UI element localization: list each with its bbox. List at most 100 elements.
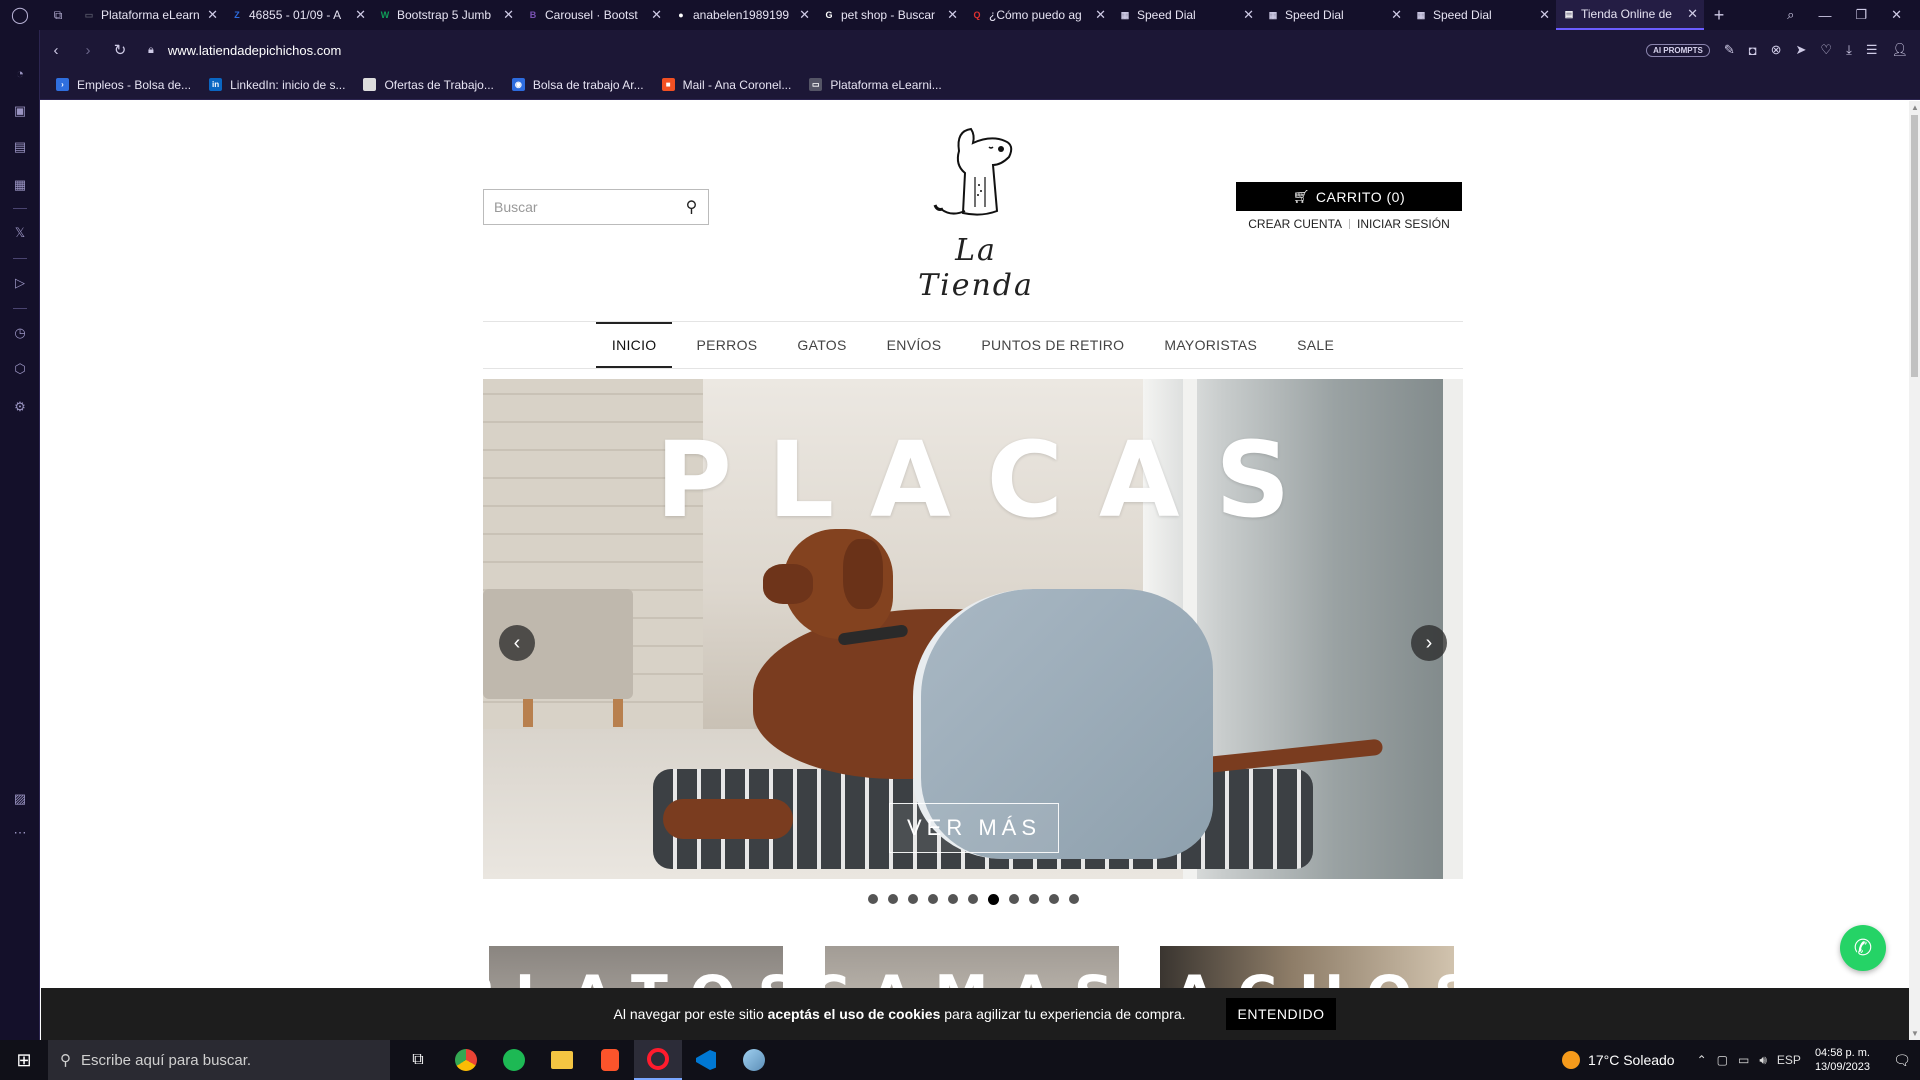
wallet-icon[interactable]: ▦ xyxy=(9,174,31,196)
clock[interactable]: 04:58 p. m. 13/09/2023 xyxy=(1815,1046,1870,1074)
carousel-dot[interactable] xyxy=(947,894,958,904)
login-link[interactable]: INICIAR SESIÓN xyxy=(1350,217,1457,231)
brave-icon[interactable] xyxy=(586,1040,634,1080)
browser-tab[interactable]: B Carousel · Bootst ✕ xyxy=(520,0,668,30)
url-text[interactable]: www.latiendadepichichos.com xyxy=(168,43,341,58)
store-search-input[interactable] xyxy=(484,190,675,224)
store-search-box[interactable]: ⚲ xyxy=(483,189,709,225)
tab-close-icon[interactable]: ✕ xyxy=(1391,7,1402,23)
carousel-dot[interactable] xyxy=(1068,894,1079,904)
easy-setup-icon[interactable]: ☰ xyxy=(1866,42,1878,58)
camera-icon[interactable]: ◘ xyxy=(1749,43,1757,58)
speed-dial-icon[interactable]: ◔ xyxy=(9,62,31,84)
tab-close-icon[interactable]: ✕ xyxy=(355,7,366,23)
pinboard-icon[interactable]: ▨ xyxy=(9,788,31,810)
nav-item[interactable]: PUNTOS DE RETIRO xyxy=(965,322,1140,368)
tab-close-icon[interactable]: ✕ xyxy=(207,7,218,23)
url-field[interactable]: 🔒︎ www.latiendadepichichos.com xyxy=(148,43,341,58)
carousel-dot[interactable] xyxy=(1028,894,1039,904)
browser-tab[interactable]: ▦ Speed Dial ✕ xyxy=(1408,0,1556,30)
tab-close-icon[interactable]: ✕ xyxy=(947,7,958,23)
meet-icon[interactable]: ▢ xyxy=(1717,1053,1728,1068)
tab-close-icon[interactable]: ✕ xyxy=(503,7,514,23)
back-button[interactable]: ‹ xyxy=(40,42,72,59)
briefcase-icon[interactable]: ▣ xyxy=(9,100,31,122)
carousel-dot[interactable] xyxy=(967,894,978,904)
browser-tab[interactable]: ● anabelen1989199 ✕ xyxy=(668,0,816,30)
network-icon[interactable]: ▭ xyxy=(1738,1053,1749,1068)
carousel-dot[interactable] xyxy=(927,894,938,904)
tab-switcher-icon[interactable]: ⧉ xyxy=(40,8,76,23)
carousel-next-button[interactable]: › xyxy=(1411,625,1447,661)
tab-close-icon[interactable]: ✕ xyxy=(1539,7,1550,23)
ai-prompts-button[interactable]: AI PROMPTS xyxy=(1646,43,1710,57)
volume-icon[interactable]: 🔊︎ xyxy=(1759,1053,1767,1068)
download-icon[interactable]: ⤓ xyxy=(1846,42,1852,58)
cart-button[interactable]: 🛒︎ CARRITO (0) xyxy=(1236,182,1462,211)
send-icon[interactable]: ➤ xyxy=(1796,42,1807,58)
chrome-icon[interactable] xyxy=(442,1040,490,1080)
settings-gear-icon[interactable]: ⚙ xyxy=(9,396,31,418)
reload-button[interactable]: ↻ xyxy=(104,41,136,59)
twitch-icon[interactable]: ▤ xyxy=(9,136,31,158)
scrollbar-thumb[interactable] xyxy=(1911,115,1918,377)
browser-tab[interactable]: ▦ Speed Dial ✕ xyxy=(1112,0,1260,30)
bookmark-item[interactable]: ◉ Bolsa de trabajo Ar... xyxy=(511,78,644,92)
adblock-icon[interactable]: ⊗ xyxy=(1771,42,1782,58)
bookmark-item[interactable]: in LinkedIn: inicio de s... xyxy=(209,78,345,92)
extensions-icon[interactable]: ⬡ xyxy=(9,358,31,380)
nav-item[interactable]: SALE xyxy=(1281,322,1350,368)
browser-tab[interactable]: Q ¿Cómo puedo ag ✕ xyxy=(964,0,1112,30)
restore-button[interactable]: ❐ xyxy=(1855,7,1867,23)
x-twitter-icon[interactable]: 𝕏 xyxy=(9,222,31,244)
new-tab-button[interactable]: + xyxy=(1704,5,1734,26)
edit-icon[interactable]: ✎ xyxy=(1724,42,1735,58)
minimize-button[interactable]: — xyxy=(1818,8,1831,23)
bookmark-item[interactable]: ■ Mail - Ana Coronel... xyxy=(661,78,791,92)
tab-close-icon[interactable]: ✕ xyxy=(651,7,662,23)
language-indicator[interactable]: ESP xyxy=(1777,1053,1801,1068)
scroll-down-icon[interactable]: ▼ xyxy=(1911,1029,1919,1038)
chevron-up-icon[interactable]: ⌃ xyxy=(1697,1053,1707,1068)
task-view-icon[interactable]: ⧉ xyxy=(394,1040,442,1080)
player-icon[interactable]: ▷ xyxy=(9,272,31,294)
create-account-link[interactable]: CREAR CUENTA xyxy=(1241,217,1349,231)
nav-item[interactable]: PERROS xyxy=(680,322,773,368)
carousel-dot[interactable] xyxy=(1008,894,1019,904)
browser-tab[interactable]: W Bootstrap 5 Jumb ✕ xyxy=(372,0,520,30)
carousel-dot[interactable] xyxy=(987,893,999,905)
vscode-icon[interactable] xyxy=(682,1040,730,1080)
profile-icon[interactable]: 👤︎ xyxy=(1891,42,1908,58)
notifications-icon[interactable]: 🗨︎ xyxy=(1884,1052,1920,1069)
browser-tab[interactable]: ▭ Plataforma eLearn ✕ xyxy=(76,0,224,30)
tab-search-icon[interactable]: ⌕ xyxy=(1787,7,1794,23)
browser-tab[interactable]: ▤ Tienda Online de ✕ xyxy=(1556,0,1704,30)
windows-start-icon[interactable]: ⊞ xyxy=(0,1050,48,1071)
hero-cta-button[interactable]: VER MÁS xyxy=(889,803,1059,853)
nav-item[interactable]: INICIO xyxy=(595,322,673,368)
page-scrollbar[interactable]: ▲ ▼ xyxy=(1909,101,1920,1040)
spotify-icon[interactable] xyxy=(490,1040,538,1080)
opera-logo-icon[interactable]: ◯ xyxy=(0,0,40,30)
heart-icon[interactable]: ♡ xyxy=(1820,42,1832,58)
whatsapp-icon[interactable]: ✆ xyxy=(1840,925,1886,971)
pinned-app-icon[interactable] xyxy=(730,1040,778,1080)
carousel-prev-button[interactable]: ‹ xyxy=(499,625,535,661)
carousel-dot[interactable] xyxy=(887,894,898,904)
carousel-dot[interactable] xyxy=(1048,894,1059,904)
nav-item[interactable]: MAYORISTAS xyxy=(1148,322,1273,368)
scroll-up-icon[interactable]: ▲ xyxy=(1911,103,1919,112)
taskbar-search[interactable]: ⚲ Escribe aquí para buscar. xyxy=(48,1040,390,1080)
tab-close-icon[interactable]: ✕ xyxy=(1687,6,1698,22)
store-logo[interactable]: La Tienda xyxy=(901,121,1051,303)
forward-button[interactable]: › xyxy=(72,42,104,59)
file-explorer-icon[interactable] xyxy=(538,1040,586,1080)
nav-item[interactable]: GATOS xyxy=(781,322,862,368)
bookmark-item[interactable]: Ofertas de Trabajo... xyxy=(363,78,494,92)
tab-close-icon[interactable]: ✕ xyxy=(1095,7,1106,23)
tab-close-icon[interactable]: ✕ xyxy=(1243,7,1254,23)
carousel-dot[interactable] xyxy=(907,894,918,904)
cookie-accept-button[interactable]: ENTENDIDO xyxy=(1225,998,1337,1030)
close-window-button[interactable]: ✕ xyxy=(1891,7,1902,23)
browser-tab[interactable]: Gpet shop - Buscar ✕ xyxy=(816,0,964,30)
